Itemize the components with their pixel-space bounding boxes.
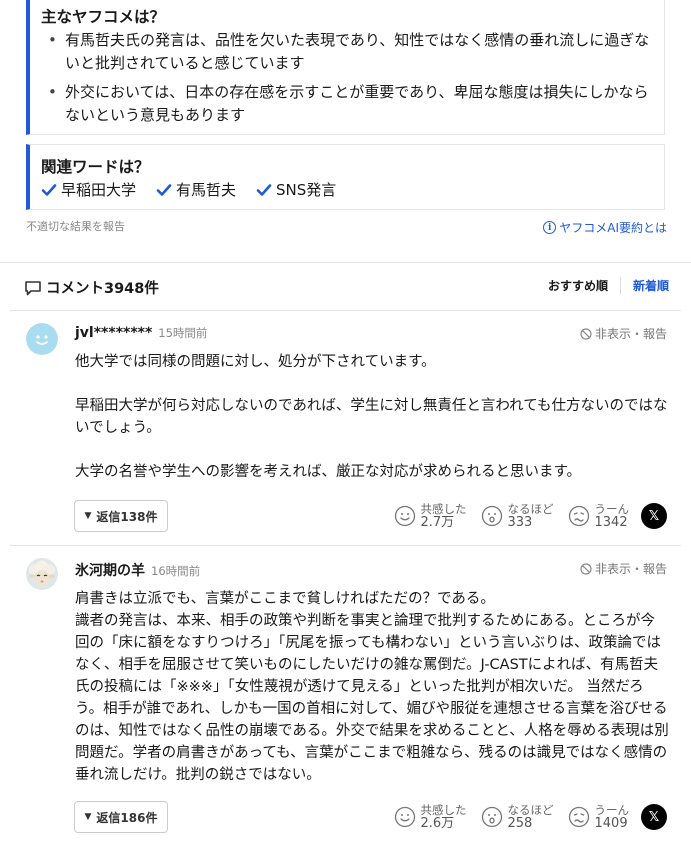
- avatar[interactable]: [26, 558, 58, 590]
- hmm-label: うーん: [594, 803, 630, 817]
- hide-report-button[interactable]: 非表示・報告: [580, 560, 667, 577]
- ai-summary-about-label: ヤフコメAI要約とは: [559, 221, 667, 235]
- hmm-button[interactable]: うーん 1409: [568, 803, 630, 831]
- summary-bullet: 外交においては、日本の存在感を示すことが重要であり、卑屈な態度は損失にしかならな…: [48, 81, 660, 127]
- empathy-button[interactable]: 共感した 2.7万: [394, 502, 467, 530]
- related-tags: 早稲田大学 有馬哲夫 SNS発言: [41, 179, 336, 200]
- indeed-count: 258: [507, 816, 533, 831]
- check-icon: [256, 183, 272, 196]
- surprised-face-icon: [481, 806, 502, 828]
- check-icon: [156, 183, 172, 196]
- replies-label: 返信186件: [96, 810, 158, 825]
- summary-bullet: 有馬哲夫氏の発言は、品性を欠いた表現であり、知性ではなく感情の垂れ流しに過ぎない…: [48, 29, 660, 75]
- indeed-count: 333: [507, 515, 533, 530]
- indeed-label: なるほど: [507, 803, 554, 817]
- sort-newest-button[interactable]: 新着順: [621, 277, 681, 294]
- empathy-count: 2.7万: [420, 515, 455, 530]
- x-logo-icon[interactable]: 𝕏: [641, 503, 667, 529]
- indeed-label: なるほど: [507, 502, 554, 516]
- comment-time: 16時間前: [151, 564, 201, 578]
- comment-time: 15時間前: [158, 326, 208, 340]
- ai-summary-about-link[interactable]: i ヤフコメAI要約とは: [543, 219, 667, 236]
- related-words-title: 関連ワードは？: [41, 158, 150, 176]
- related-tag[interactable]: SNS発言: [256, 179, 336, 200]
- report-result-link[interactable]: 不適切な結果を報告: [26, 218, 125, 234]
- reaction-bar: 共感した 2.7万 なるほど 333 うーん 1342 𝕏: [394, 502, 667, 530]
- comment-bubble-icon: [25, 280, 41, 295]
- comment-item: jvl******** 15時間前 非表示・報告 他大学では同様の問題に対し、処分…: [10, 312, 681, 546]
- triangle-down-icon: ▼: [84, 812, 92, 822]
- main-comments-card: 主なヤフコメは？ 有馬哲夫氏の発言は、品性を欠いた表現であり、知性ではなく感情の…: [26, 0, 665, 135]
- related-tag[interactable]: 早稲田大学: [41, 179, 136, 200]
- main-comments-list: 有馬哲夫氏の発言は、品性を欠いた表現であり、知性ではなく感情の垂れ流しに過ぎない…: [48, 29, 660, 133]
- check-icon: [41, 183, 57, 196]
- comments-count-title: コメント3948件: [24, 277, 159, 298]
- related-tag-label: 早稲田大学: [61, 181, 137, 199]
- confused-face-icon: [568, 806, 589, 828]
- replies-toggle-button[interactable]: ▼ 返信186件: [74, 801, 168, 833]
- comment-body: 肩書きは立派でも、言葉がここまで貧しければただの？である。 識者の発言は、本来、…: [75, 591, 669, 783]
- replies-toggle-button[interactable]: ▼ 返信138件: [74, 500, 168, 532]
- comment-body: 他大学では同様の問題に対し、処分が下されています。 早稲田大学が何ら対応しないの…: [75, 354, 668, 480]
- comments-header: コメント3948件 おすすめ順 新着順: [10, 263, 681, 311]
- smile-icon: [394, 505, 415, 527]
- info-icon: i: [543, 221, 557, 234]
- related-tag-label: SNS発言: [276, 181, 337, 199]
- related-tag[interactable]: 有馬哲夫: [156, 179, 236, 200]
- surprised-face-icon: [481, 505, 502, 527]
- hide-report-label: 非表示・報告: [594, 562, 667, 576]
- empathy-label: 共感した: [420, 803, 467, 817]
- comment-item: 氷河期の羊 16時間前 非表示・報告 肩書きは立派でも、言葉がここまで貧しければた…: [10, 547, 681, 844]
- related-words-card: 関連ワードは？ 早稲田大学 有馬哲夫 SNS発言: [26, 144, 665, 210]
- hide-report-label: 非表示・報告: [594, 327, 667, 341]
- hmm-count: 1409: [594, 816, 628, 831]
- comment-username[interactable]: jvl******** 15時間前: [75, 325, 207, 341]
- main-comments-title: 主なヤフコメは？: [41, 8, 166, 26]
- confused-face-icon: [568, 505, 589, 527]
- empathy-label: 共感した: [420, 502, 467, 516]
- empathy-count: 2.6万: [420, 816, 455, 831]
- indeed-button[interactable]: なるほど 258: [481, 803, 554, 831]
- related-tag-label: 有馬哲夫: [176, 181, 237, 199]
- comments-count-label: コメント3948件: [46, 281, 159, 297]
- comment-username[interactable]: 氷河期の羊 16時間前: [75, 560, 200, 580]
- default-avatar-icon: [26, 323, 58, 355]
- replies-label: 返信138件: [96, 509, 158, 524]
- block-icon: [580, 327, 592, 340]
- x-logo-icon[interactable]: 𝕏: [641, 804, 667, 830]
- triangle-down-icon: ▼: [84, 511, 92, 521]
- smile-icon: [394, 806, 415, 828]
- hmm-label: うーん: [594, 502, 630, 516]
- sheep-avatar-icon: [26, 558, 58, 590]
- reaction-bar: 共感した 2.6万 なるほど 258 うーん 1409 𝕏: [394, 803, 667, 831]
- hmm-button[interactable]: うーん 1342: [568, 502, 630, 530]
- ai-summary-section: 主なヤフコメは？ 有馬哲夫氏の発言は、品性を欠いた表現であり、知性ではなく感情の…: [10, 0, 681, 262]
- indeed-button[interactable]: なるほど 333: [481, 502, 554, 530]
- block-icon: [580, 562, 592, 575]
- avatar[interactable]: [26, 323, 58, 355]
- hmm-count: 1342: [594, 515, 628, 530]
- username-text: jvl********: [75, 325, 153, 341]
- sort-options: おすすめ順 新着順: [536, 277, 681, 294]
- sort-recommended-button[interactable]: おすすめ順: [536, 277, 621, 294]
- empathy-button[interactable]: 共感した 2.6万: [394, 803, 467, 831]
- hide-report-button[interactable]: 非表示・報告: [580, 325, 667, 342]
- username-text: 氷河期の羊: [75, 563, 145, 579]
